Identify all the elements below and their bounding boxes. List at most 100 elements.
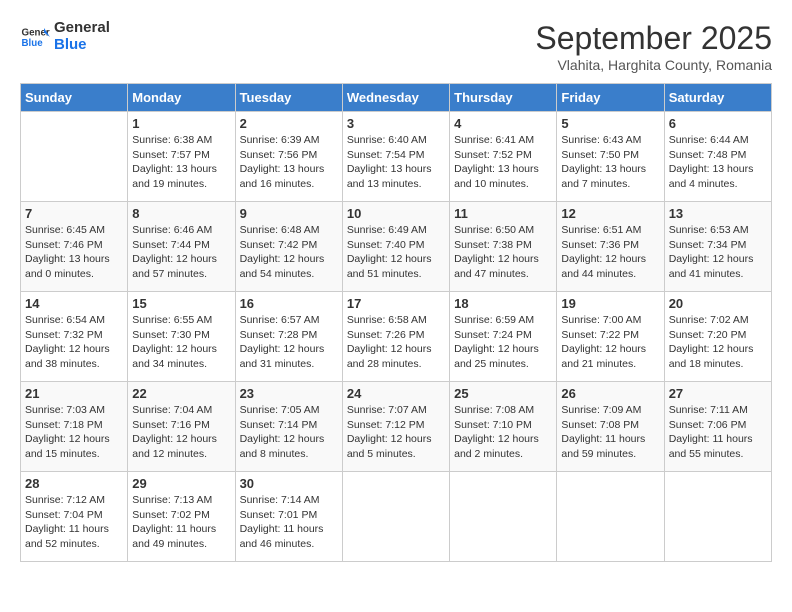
weekday-header-wednesday: Wednesday [342, 84, 449, 112]
day-number: 17 [347, 296, 445, 311]
day-number: 4 [454, 116, 552, 131]
logo: General Blue General Blue [20, 20, 110, 53]
calendar-cell: 27 Sunrise: 7:11 AM Sunset: 7:06 PM Dayli… [664, 382, 771, 472]
day-number: 20 [669, 296, 767, 311]
calendar-cell: 11 Sunrise: 6:50 AM Sunset: 7:38 PM Dayli… [450, 202, 557, 292]
calendar-cell: 13 Sunrise: 6:53 AM Sunset: 7:34 PM Dayli… [664, 202, 771, 292]
day-info: Sunrise: 6:43 AM Sunset: 7:50 PM Dayligh… [561, 133, 659, 192]
day-info: Sunrise: 7:11 AM Sunset: 7:06 PM Dayligh… [669, 403, 767, 462]
weekday-header-friday: Friday [557, 84, 664, 112]
calendar-cell: 29Sunrise: 7:13 AM Sunset: 7:02 PM Dayli… [128, 472, 235, 562]
day-info: Sunrise: 6:40 AM Sunset: 7:54 PM Dayligh… [347, 133, 445, 192]
weekday-header-monday: Monday [128, 84, 235, 112]
day-number: 1 [132, 116, 230, 131]
day-info: Sunrise: 6:59 AM Sunset: 7:24 PM Dayligh… [454, 313, 552, 372]
day-info: Sunrise: 6:44 AM Sunset: 7:48 PM Dayligh… [669, 133, 767, 192]
calendar-cell: 6 Sunrise: 6:44 AM Sunset: 7:48 PM Daylig… [664, 112, 771, 202]
calendar-cell: 20 Sunrise: 7:02 AM Sunset: 7:20 PM Dayli… [664, 292, 771, 382]
day-info: Sunrise: 6:58 AM Sunset: 7:26 PM Dayligh… [347, 313, 445, 372]
calendar-cell: 9Sunrise: 6:48 AM Sunset: 7:42 PM Daylig… [235, 202, 342, 292]
day-info: Sunrise: 7:07 AM Sunset: 7:12 PM Dayligh… [347, 403, 445, 462]
calendar-cell: 5 Sunrise: 6:43 AM Sunset: 7:50 PM Daylig… [557, 112, 664, 202]
day-number: 24 [347, 386, 445, 401]
calendar-table: SundayMondayTuesdayWednesdayThursdayFrid… [20, 83, 772, 562]
day-info: Sunrise: 7:14 AM Sunset: 7:01 PM Dayligh… [240, 493, 338, 552]
day-number: 16 [240, 296, 338, 311]
week-row-1: 1 Sunrise: 6:38 AM Sunset: 7:57 PM Daylig… [21, 112, 772, 202]
calendar-cell: 15Sunrise: 6:55 AM Sunset: 7:30 PM Dayli… [128, 292, 235, 382]
week-row-2: 7Sunrise: 6:45 AM Sunset: 7:46 PM Daylig… [21, 202, 772, 292]
location-subtitle: Vlahita, Harghita County, Romania [535, 57, 772, 73]
calendar-cell: 26Sunrise: 7:09 AM Sunset: 7:08 PM Dayli… [557, 382, 664, 472]
page-header: General Blue General Blue September 2025… [20, 20, 772, 73]
day-number: 12 [561, 206, 659, 221]
calendar-cell [21, 112, 128, 202]
calendar-cell: 3Sunrise: 6:40 AM Sunset: 7:54 PM Daylig… [342, 112, 449, 202]
calendar-cell: 17 Sunrise: 6:58 AM Sunset: 7:26 PM Dayli… [342, 292, 449, 382]
calendar-cell [557, 472, 664, 562]
calendar-cell: 10 Sunrise: 6:49 AM Sunset: 7:40 PM Dayli… [342, 202, 449, 292]
calendar-cell: 28 Sunrise: 7:12 AM Sunset: 7:04 PM Dayli… [21, 472, 128, 562]
calendar-cell: 18 Sunrise: 6:59 AM Sunset: 7:24 PM Dayli… [450, 292, 557, 382]
day-info: Sunrise: 7:02 AM Sunset: 7:20 PM Dayligh… [669, 313, 767, 372]
calendar-cell: 7Sunrise: 6:45 AM Sunset: 7:46 PM Daylig… [21, 202, 128, 292]
day-info: Sunrise: 6:53 AM Sunset: 7:34 PM Dayligh… [669, 223, 767, 282]
weekday-header-thursday: Thursday [450, 84, 557, 112]
day-info: Sunrise: 6:55 AM Sunset: 7:30 PM Dayligh… [132, 313, 230, 372]
day-info: Sunrise: 6:50 AM Sunset: 7:38 PM Dayligh… [454, 223, 552, 282]
day-number: 21 [25, 386, 123, 401]
calendar-cell: 8Sunrise: 6:46 AM Sunset: 7:44 PM Daylig… [128, 202, 235, 292]
day-number: 8 [132, 206, 230, 221]
calendar-cell: 1 Sunrise: 6:38 AM Sunset: 7:57 PM Daylig… [128, 112, 235, 202]
day-number: 13 [669, 206, 767, 221]
svg-text:Blue: Blue [22, 38, 44, 49]
day-number: 6 [669, 116, 767, 131]
day-number: 30 [240, 476, 338, 491]
day-number: 18 [454, 296, 552, 311]
day-number: 23 [240, 386, 338, 401]
day-info: Sunrise: 6:54 AM Sunset: 7:32 PM Dayligh… [25, 313, 123, 372]
day-number: 14 [25, 296, 123, 311]
day-info: Sunrise: 7:00 AM Sunset: 7:22 PM Dayligh… [561, 313, 659, 372]
day-number: 19 [561, 296, 659, 311]
day-number: 22 [132, 386, 230, 401]
weekday-header-tuesday: Tuesday [235, 84, 342, 112]
day-info: Sunrise: 7:12 AM Sunset: 7:04 PM Dayligh… [25, 493, 123, 552]
calendar-cell: 23 Sunrise: 7:05 AM Sunset: 7:14 PM Dayli… [235, 382, 342, 472]
calendar-cell: 14 Sunrise: 6:54 AM Sunset: 7:32 PM Dayli… [21, 292, 128, 382]
day-info: Sunrise: 7:08 AM Sunset: 7:10 PM Dayligh… [454, 403, 552, 462]
day-number: 11 [454, 206, 552, 221]
day-number: 25 [454, 386, 552, 401]
calendar-cell [342, 472, 449, 562]
calendar-cell: 4Sunrise: 6:41 AM Sunset: 7:52 PM Daylig… [450, 112, 557, 202]
day-info: Sunrise: 7:03 AM Sunset: 7:18 PM Dayligh… [25, 403, 123, 462]
weekday-header-sunday: Sunday [21, 84, 128, 112]
logo-blue: Blue [54, 37, 110, 54]
day-info: Sunrise: 7:13 AM Sunset: 7:02 PM Dayligh… [132, 493, 230, 552]
day-info: Sunrise: 6:45 AM Sunset: 7:46 PM Dayligh… [25, 223, 123, 282]
month-title: September 2025 [535, 20, 772, 57]
day-info: Sunrise: 6:49 AM Sunset: 7:40 PM Dayligh… [347, 223, 445, 282]
day-number: 27 [669, 386, 767, 401]
calendar-cell: 19 Sunrise: 7:00 AM Sunset: 7:22 PM Dayli… [557, 292, 664, 382]
logo-general: General [54, 20, 110, 37]
day-info: Sunrise: 6:38 AM Sunset: 7:57 PM Dayligh… [132, 133, 230, 192]
day-number: 10 [347, 206, 445, 221]
day-info: Sunrise: 7:05 AM Sunset: 7:14 PM Dayligh… [240, 403, 338, 462]
calendar-cell: 30 Sunrise: 7:14 AM Sunset: 7:01 PM Dayli… [235, 472, 342, 562]
calendar-cell [664, 472, 771, 562]
day-info: Sunrise: 6:48 AM Sunset: 7:42 PM Dayligh… [240, 223, 338, 282]
day-info: Sunrise: 7:04 AM Sunset: 7:16 PM Dayligh… [132, 403, 230, 462]
day-number: 2 [240, 116, 338, 131]
day-number: 28 [25, 476, 123, 491]
day-info: Sunrise: 6:51 AM Sunset: 7:36 PM Dayligh… [561, 223, 659, 282]
calendar-cell [450, 472, 557, 562]
week-row-5: 28 Sunrise: 7:12 AM Sunset: 7:04 PM Dayli… [21, 472, 772, 562]
calendar-cell: 22 Sunrise: 7:04 AM Sunset: 7:16 PM Dayli… [128, 382, 235, 472]
day-number: 26 [561, 386, 659, 401]
week-row-3: 14 Sunrise: 6:54 AM Sunset: 7:32 PM Dayli… [21, 292, 772, 382]
day-info: Sunrise: 6:39 AM Sunset: 7:56 PM Dayligh… [240, 133, 338, 192]
day-number: 5 [561, 116, 659, 131]
week-row-4: 21 Sunrise: 7:03 AM Sunset: 7:18 PM Dayli… [21, 382, 772, 472]
day-info: Sunrise: 6:57 AM Sunset: 7:28 PM Dayligh… [240, 313, 338, 372]
